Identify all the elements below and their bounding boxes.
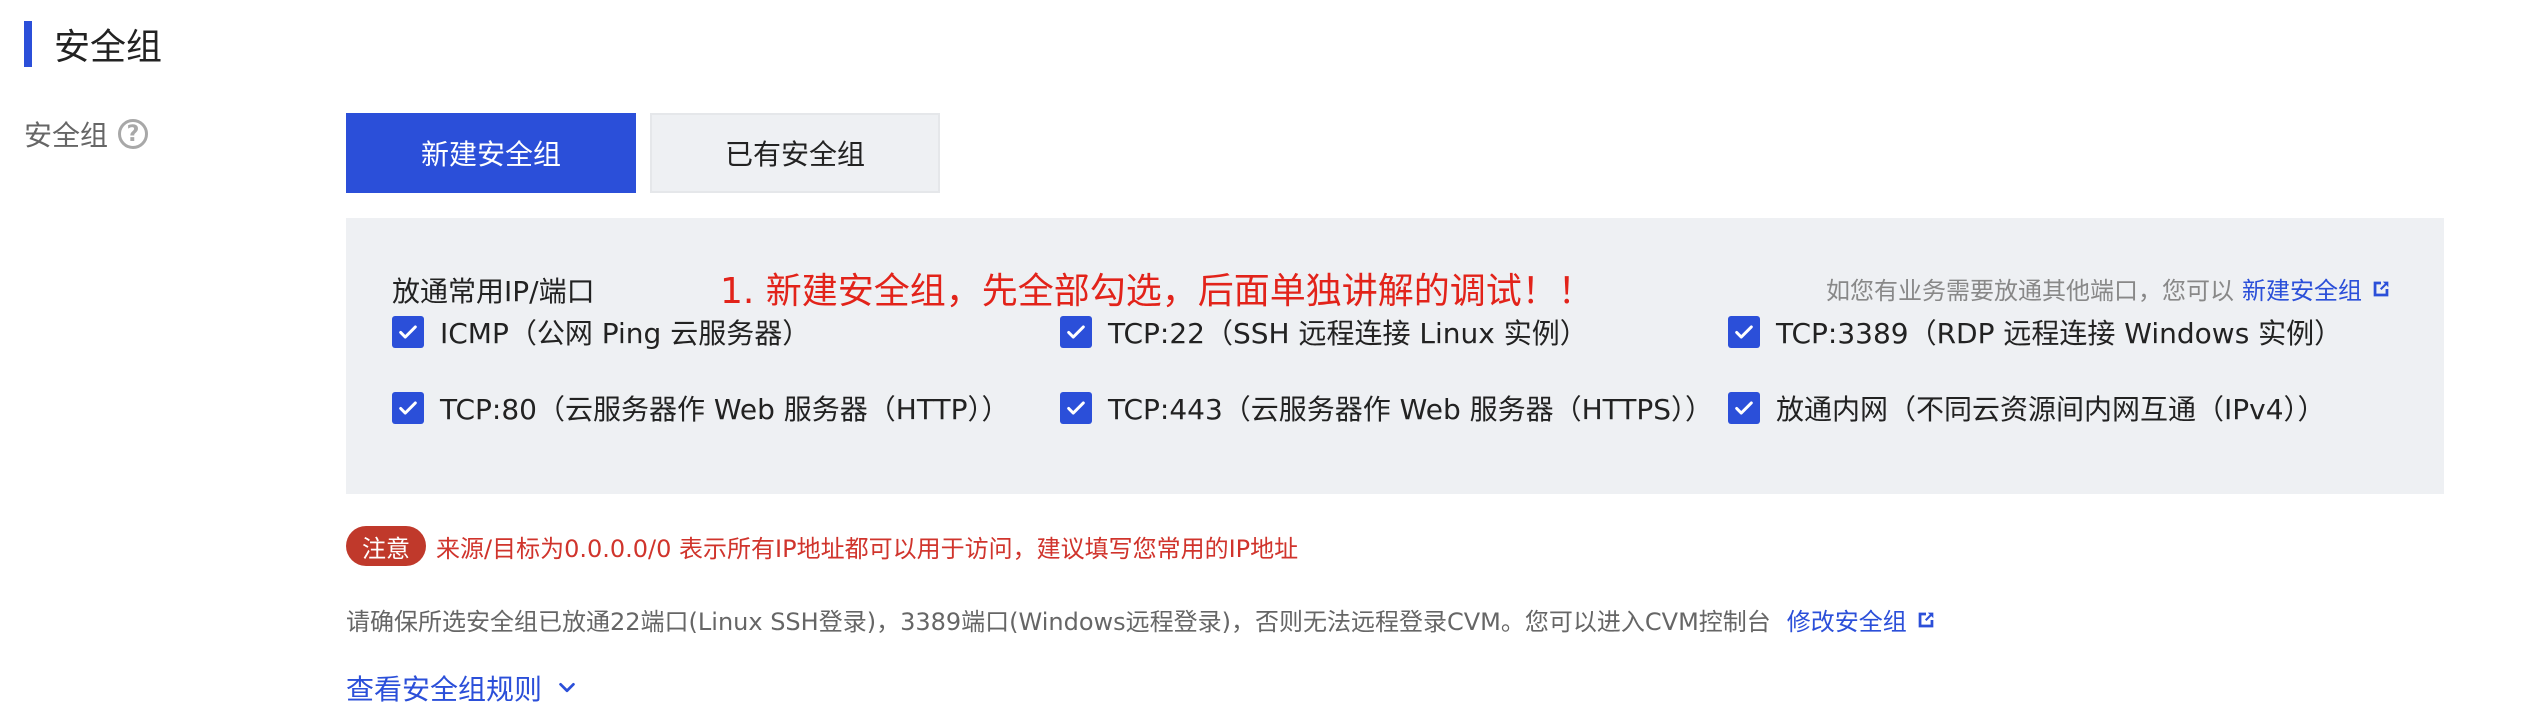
checkbox-checked-icon[interactable] xyxy=(1728,316,1760,348)
warning-note: 注意 来源/目标为0.0.0.0/0 表示所有IP地址都可以用于访问，建议填写您… xyxy=(346,526,1298,566)
section-title: 安全组 xyxy=(54,27,163,68)
help-icon[interactable]: ? xyxy=(118,119,149,149)
option-label: TCP:22（SSH 远程连接 Linux 实例） xyxy=(1108,317,1588,350)
security-group-label-text: 安全组 xyxy=(24,119,109,152)
new-security-group-link[interactable]: 新建安全组 xyxy=(2242,271,2392,306)
option-label: TCP:443（云服务器作 Web 服务器（HTTPS）） xyxy=(1108,393,1714,426)
external-link-icon xyxy=(2373,281,2389,296)
chevron-down-icon xyxy=(559,682,575,693)
option-icmp[interactable]: ICMP（公网 Ping 云服务器） xyxy=(392,312,810,352)
external-link-icon xyxy=(1918,612,1934,627)
view-rules-link[interactable]: 查看安全组规则 xyxy=(346,668,578,708)
red-annotation: 1. 新建安全组，先全部勾选，后面单独讲解的调试！！ xyxy=(720,271,1594,312)
new-security-group-link-text: 新建安全组 xyxy=(2242,277,2362,305)
security-group-label: 安全组 ? xyxy=(24,114,149,154)
checkbox-checked-icon[interactable] xyxy=(392,392,424,424)
section-accent-bar xyxy=(24,21,32,67)
option-tcp443[interactable]: TCP:443（云服务器作 Web 服务器（HTTPS）） xyxy=(1060,388,1713,428)
modify-security-group-link[interactable]: 修改安全组 xyxy=(1787,602,1937,637)
checkbox-checked-icon[interactable] xyxy=(1060,316,1092,348)
checkbox-checked-icon[interactable] xyxy=(392,316,424,348)
panel-hint: 如您有业务需要放通其他端口，您可以 新建安全组 xyxy=(1826,271,2392,306)
option-tcp3389[interactable]: TCP:3389（RDP 远程连接 Windows 实例） xyxy=(1728,312,2342,352)
panel-hint-text: 如您有业务需要放通其他端口，您可以 xyxy=(1826,277,2234,305)
modify-security-group-link-text: 修改安全组 xyxy=(1786,608,1907,636)
view-rules-link-text: 查看安全组规则 xyxy=(346,673,543,706)
info-text: 请确保所选安全组已放通22端口(Linux SSH登录)，3389端口(Wind… xyxy=(346,608,1771,636)
option-label: TCP:3389（RDP 远程连接 Windows 实例） xyxy=(1776,317,2343,350)
section-header: 安全组 xyxy=(24,20,162,68)
info-row: 请确保所选安全组已放通22端口(Linux SSH登录)，3389端口(Wind… xyxy=(346,602,1937,637)
warning-badge: 注意 xyxy=(346,526,426,566)
option-intranet[interactable]: 放通内网（不同云资源间内网互通（IPv4）） xyxy=(1728,388,2326,428)
option-label: ICMP（公网 Ping 云服务器） xyxy=(440,317,811,350)
panel-title: 放通常用IP/端口 xyxy=(392,275,595,308)
open-ports-panel: 放通常用IP/端口 1. 新建安全组，先全部勾选，后面单独讲解的调试！！ 如您有… xyxy=(346,218,2444,494)
option-label: TCP:80（云服务器作 Web 服务器（HTTP）） xyxy=(440,393,1010,426)
checkbox-checked-icon[interactable] xyxy=(1060,392,1092,424)
checkbox-checked-icon[interactable] xyxy=(1728,392,1760,424)
tab-existing-security-group[interactable]: 已有安全组 xyxy=(650,113,940,193)
option-label: 放通内网（不同云资源间内网互通（IPv4）） xyxy=(1776,393,2326,426)
option-tcp22[interactable]: TCP:22（SSH 远程连接 Linux 实例） xyxy=(1060,312,1588,352)
option-tcp80[interactable]: TCP:80（云服务器作 Web 服务器（HTTP）） xyxy=(392,388,1009,428)
tab-new-security-group[interactable]: 新建安全组 xyxy=(346,113,636,193)
warning-text: 来源/目标为0.0.0.0/0 表示所有IP地址都可以用于访问，建议填写您常用的… xyxy=(436,534,1299,563)
